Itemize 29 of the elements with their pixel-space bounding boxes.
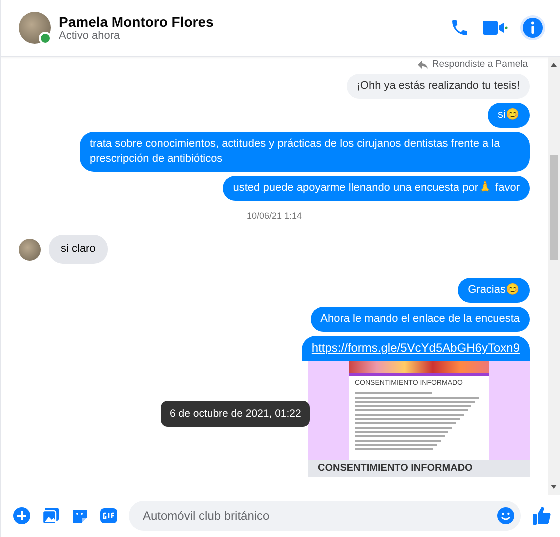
reply-icon bbox=[418, 60, 428, 68]
timestamp: 10/06/21 1:14 bbox=[246, 211, 302, 221]
video-camera-icon[interactable] bbox=[482, 18, 508, 38]
reply-note: Respondiste a Pamela bbox=[432, 59, 528, 70]
sent-message: Ahora le mando el enlace de la encuesta bbox=[310, 307, 530, 332]
avatar-photo bbox=[19, 238, 41, 260]
link-message[interactable]: https://forms.gle/5VcYd5AbGH6yToxn9 bbox=[302, 336, 530, 361]
scrollbar[interactable] bbox=[548, 57, 560, 495]
info-icon[interactable] bbox=[520, 15, 546, 41]
emoji-icon[interactable] bbox=[497, 507, 515, 525]
message-field[interactable]: Automóvil club británico bbox=[129, 501, 521, 531]
message-input[interactable]: Automóvil club británico bbox=[141, 508, 497, 524]
quoted-message: ¡Ohh ya estás realizando tu tesis! bbox=[346, 74, 530, 99]
sent-message: trata sobre conocimientos, actitudes y prácticas de los cirujanos dentistas frente a la prescripción de antibióticos bbox=[80, 132, 530, 172]
received-message: si claro bbox=[49, 235, 108, 264]
gif-icon[interactable] bbox=[100, 507, 118, 525]
sent-message: usted puede apoyarme llenando una encuesta por🙏 favor bbox=[223, 176, 530, 201]
phone-icon[interactable] bbox=[450, 18, 470, 38]
plus-icon[interactable] bbox=[13, 507, 31, 525]
sent-message: si😊 bbox=[488, 103, 530, 128]
preview-title: CONSENTIMIENTO INFORMADO bbox=[308, 460, 530, 478]
image-icon[interactable] bbox=[42, 507, 60, 525]
tooltip: 6 de octubre de 2021, 01:22 bbox=[161, 401, 310, 427]
status-text: Activo ahora bbox=[59, 30, 122, 42]
thumbs-up-icon[interactable] bbox=[532, 506, 552, 526]
avatar-photo bbox=[19, 12, 51, 44]
contact-name: Pamela Montoro Flores bbox=[59, 14, 215, 30]
sent-message: Gracias😊 bbox=[458, 278, 530, 303]
sticker-icon[interactable] bbox=[71, 507, 89, 525]
